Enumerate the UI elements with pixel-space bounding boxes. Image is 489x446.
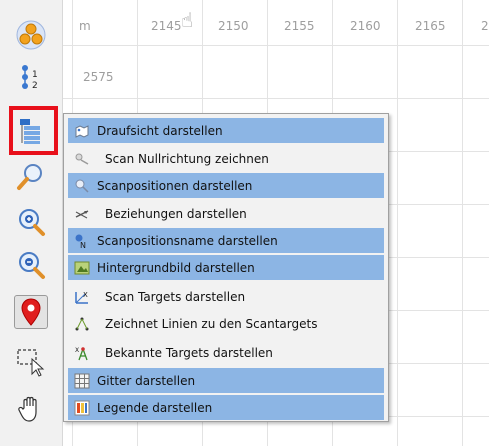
numbered-sequence-icon[interactable]: 1 2 bbox=[14, 60, 48, 94]
zoom-window-icon[interactable] bbox=[14, 160, 48, 194]
menu-item-linien-scantargets[interactable]: Zeichnet Linien zu den Scantargets bbox=[68, 311, 384, 336]
menu-item-label: Scan Targets darstellen bbox=[105, 289, 246, 304]
x-axis-unit: m bbox=[79, 19, 91, 33]
menu-item-label: Legende darstellen bbox=[97, 400, 213, 415]
scan-positions-orange-icon[interactable] bbox=[14, 18, 48, 52]
menu-item-scanpositionsname[interactable]: N Scanpositionsname darstellen bbox=[68, 228, 384, 253]
scan-targets-icon: X bbox=[71, 287, 93, 307]
menu-item-scanpositionen[interactable]: Scanpositionen darstellen bbox=[68, 173, 384, 198]
scan-position-icon bbox=[71, 176, 93, 196]
x-axis-label: 2 bbox=[481, 19, 489, 33]
x-axis-label: 2150 bbox=[218, 19, 249, 33]
menu-item-label: Draufsicht darstellen bbox=[97, 123, 223, 138]
highlight-box bbox=[9, 106, 58, 155]
zoom-out-icon[interactable] bbox=[14, 248, 48, 282]
menu-item-label: Bekannte Targets darstellen bbox=[105, 345, 273, 360]
svg-text:1: 1 bbox=[32, 70, 38, 80]
x-axis-label: 2155 bbox=[284, 19, 315, 33]
menu-item-scan-targets[interactable]: X Scan Targets darstellen bbox=[68, 284, 384, 309]
svg-text:N: N bbox=[80, 241, 86, 249]
svg-text:X: X bbox=[83, 291, 88, 299]
x-axis-label: 2165 bbox=[415, 19, 446, 33]
svg-text:X: X bbox=[75, 347, 79, 354]
menu-item-label: Zeichnet Linien zu den Scantargets bbox=[105, 316, 318, 331]
menu-item-beziehungen[interactable]: Beziehungen darstellen bbox=[68, 201, 384, 226]
menu-item-label: Scanpositionen darstellen bbox=[97, 178, 253, 193]
top-view-icon bbox=[71, 121, 93, 141]
rectangle-select-icon[interactable] bbox=[14, 345, 48, 379]
menu-item-label: Beziehungen darstellen bbox=[105, 206, 247, 221]
menu-item-legende[interactable]: Legende darstellen bbox=[68, 395, 384, 420]
menu-item-scan-nullrichtung[interactable]: Scan Nullrichtung zeichnen bbox=[68, 146, 384, 171]
legend-icon bbox=[71, 398, 93, 418]
y-axis-label: 2575 bbox=[83, 70, 114, 84]
menu-item-gitter[interactable]: Gitter darstellen bbox=[68, 368, 384, 393]
target-lines-icon bbox=[71, 314, 93, 334]
scan-direction-icon bbox=[71, 149, 93, 169]
menu-item-draufsicht[interactable]: Draufsicht darstellen bbox=[68, 118, 384, 143]
display-options-menu: Draufsicht darstellen Scan Nullrichtung … bbox=[63, 113, 389, 422]
pan-hand-icon[interactable] bbox=[14, 392, 48, 426]
scan-position-name-icon: N bbox=[71, 231, 93, 251]
known-targets-icon: X bbox=[71, 343, 93, 363]
background-image-icon bbox=[71, 258, 93, 278]
menu-item-hintergrundbild[interactable]: Hintergrundbild darstellen bbox=[68, 255, 384, 280]
x-axis-label: 2160 bbox=[350, 19, 381, 33]
mouse-cursor-icon: ☝ bbox=[181, 8, 194, 32]
x-axis-label: 2145 bbox=[151, 19, 182, 33]
zoom-in-icon[interactable] bbox=[14, 205, 48, 239]
grid-icon bbox=[71, 371, 93, 391]
relations-icon bbox=[71, 204, 93, 224]
menu-item-label: Gitter darstellen bbox=[97, 373, 196, 388]
left-toolbar: 1 2 bbox=[0, 0, 63, 446]
menu-item-label: Scanpositionsname darstellen bbox=[97, 233, 278, 248]
menu-item-label: Hintergrundbild darstellen bbox=[97, 260, 255, 275]
menu-item-bekannte-targets[interactable]: X Bekannte Targets darstellen bbox=[68, 340, 384, 365]
location-pin-icon[interactable] bbox=[14, 295, 48, 329]
svg-text:2: 2 bbox=[32, 81, 38, 91]
menu-item-label: Scan Nullrichtung zeichnen bbox=[105, 151, 269, 166]
